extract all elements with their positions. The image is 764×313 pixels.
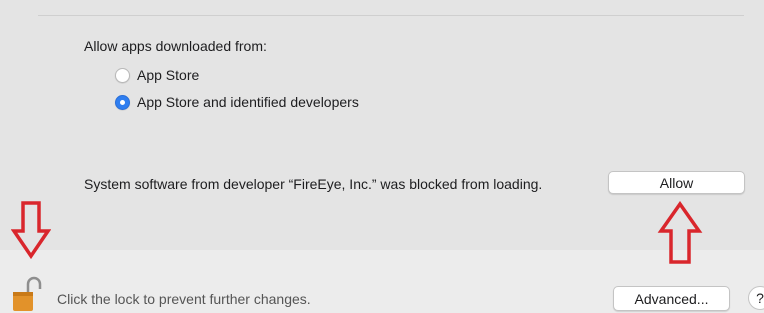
radio-app-store-label: App Store [137,67,200,83]
radio-unchecked-icon[interactable] [115,67,130,83]
down-arrow-annotation [11,201,51,259]
allow-button[interactable]: Allow [608,171,745,194]
radio-checked-icon[interactable] [115,94,130,110]
radio-app-store[interactable]: App Store [115,67,199,83]
allow-apps-label: Allow apps downloaded from: [84,38,267,54]
divider [38,15,744,16]
security-panel: Allow apps downloaded from: App Store Ap… [0,0,764,250]
up-arrow-annotation [657,201,703,264]
lock-open-icon[interactable] [12,276,42,312]
help-button[interactable]: ? [748,286,764,310]
blocked-software-message: System software from developer “FireEye,… [84,176,543,192]
radio-identified-developers[interactable]: App Store and identified developers [115,94,359,110]
advanced-button[interactable]: Advanced... [613,286,730,311]
lock-message: Click the lock to prevent further change… [57,291,311,307]
radio-identified-developers-label: App Store and identified developers [137,94,359,110]
